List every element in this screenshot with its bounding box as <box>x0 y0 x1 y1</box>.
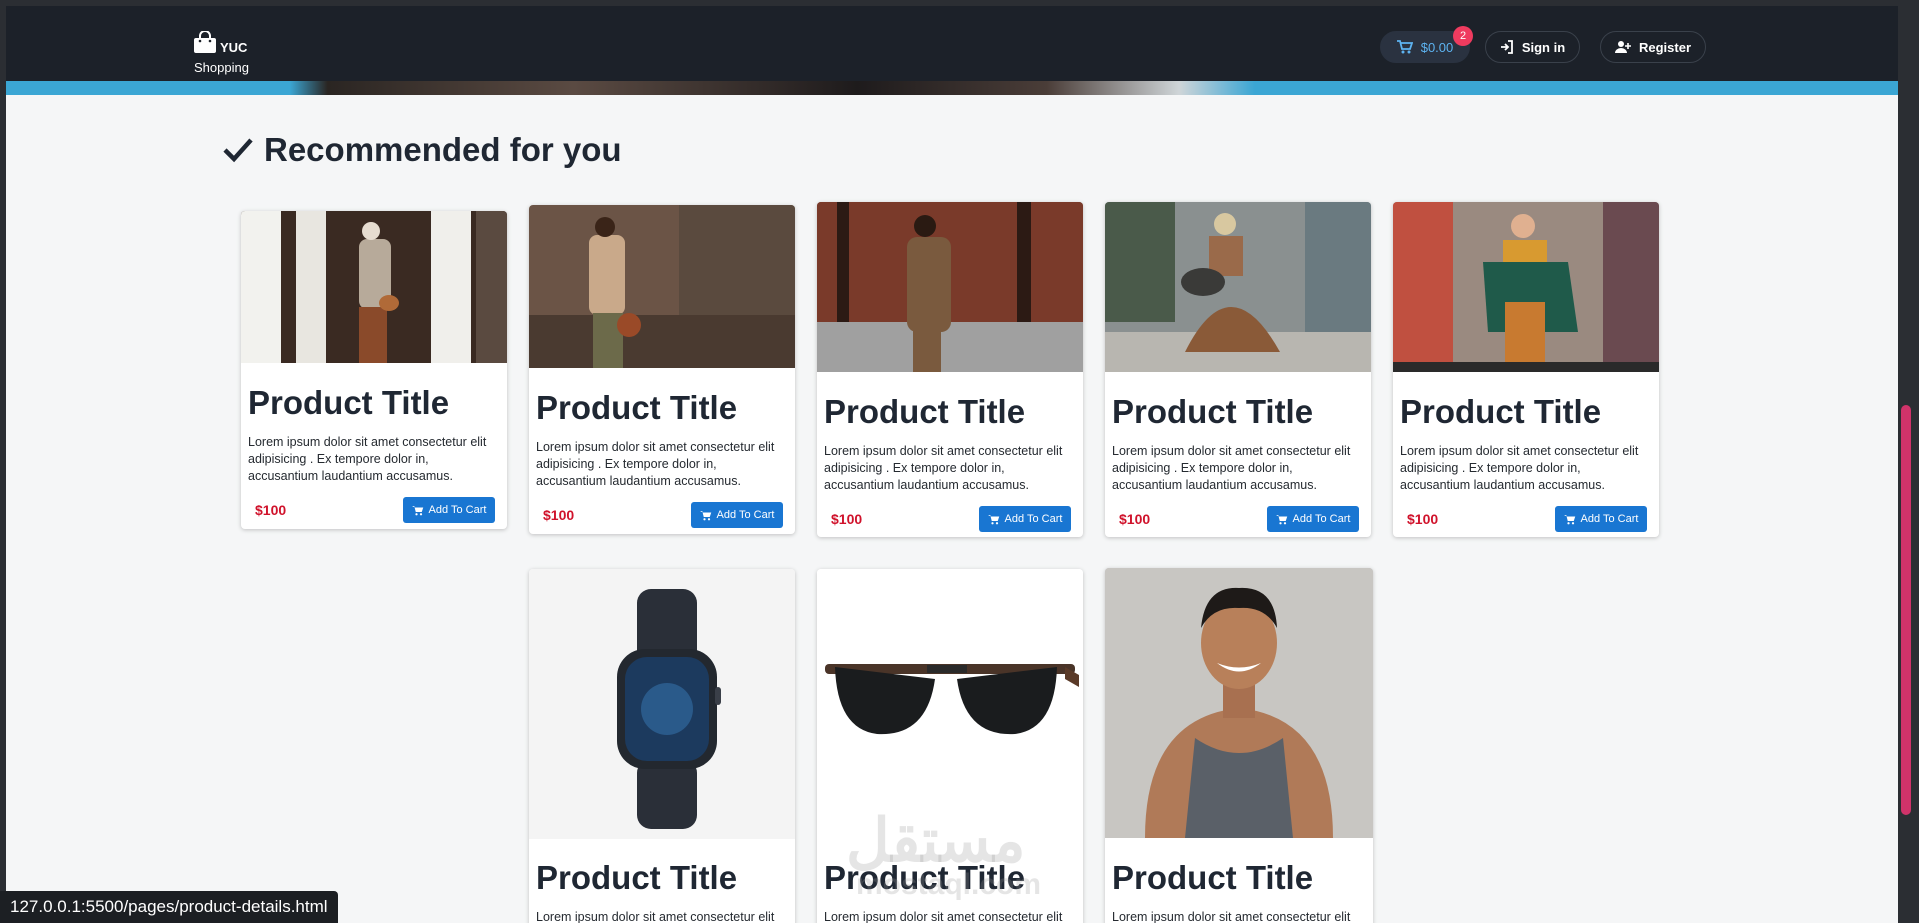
shopping-bag-icon <box>194 31 216 53</box>
brand-name: YUC <box>220 40 248 55</box>
signin-label: Sign in <box>1521 39 1566 55</box>
add-to-cart-label: Add To Cart <box>716 509 775 521</box>
add-to-cart-label: Add To Cart <box>428 504 487 516</box>
product-image <box>1105 202 1371 372</box>
scrollbar-thumb[interactable] <box>1901 405 1911 815</box>
product-card[interactable]: Product Title Lorem ipsum dolor sit amet… <box>817 202 1083 537</box>
navbar: YUC Shopping $0.00 2 Sign in Register <box>6 6 1898 81</box>
status-bar-url: 127.0.0.1:5500/pages/product-details.htm… <box>0 891 338 923</box>
add-to-cart-button[interactable]: Add To Cart <box>403 497 495 523</box>
cart-icon <box>1396 40 1413 54</box>
add-to-cart-button[interactable]: Add To Cart <box>1555 506 1647 532</box>
product-image <box>817 569 1083 839</box>
product-price: $100 <box>255 502 287 518</box>
product-card[interactable]: Product Title Lorem ipsum dolor sit amet… <box>241 211 507 529</box>
watermark-latin: mostaql.com <box>856 868 1042 901</box>
signin-button[interactable]: Sign in <box>1485 31 1580 63</box>
product-title[interactable]: Product Title <box>1112 393 1313 431</box>
product-card[interactable]: Product Title Lorem ipsum dolor sit amet… <box>529 569 795 923</box>
product-description: Lorem ipsum dolor sit amet consectetur e… <box>824 444 1063 492</box>
cart-total: $0.00 <box>1420 39 1454 55</box>
product-description: Lorem ipsum dolor sit amet consectetur e… <box>536 910 775 923</box>
cart-icon <box>699 510 711 520</box>
watermark-arabic: مستقل <box>846 807 1026 874</box>
product-image <box>529 205 795 368</box>
product-card[interactable]: Product Title Lorem ipsum dolor sit amet… <box>1105 568 1373 923</box>
product-price: $100 <box>543 507 575 523</box>
hero-banner-edge <box>6 81 1898 95</box>
register-button[interactable]: Register <box>1600 31 1706 63</box>
product-price: $100 <box>831 511 863 527</box>
cart-icon <box>987 514 999 524</box>
product-description: Lorem ipsum dolor sit amet consectetur e… <box>1112 910 1351 923</box>
add-to-cart-button[interactable]: Add To Cart <box>1267 506 1359 532</box>
sign-in-icon <box>1500 40 1513 54</box>
add-user-icon <box>1614 41 1631 53</box>
product-card[interactable]: Product Title Lorem ipsum dolor sit amet… <box>1393 202 1659 537</box>
product-image <box>1105 568 1373 838</box>
add-to-cart-label: Add To Cart <box>1004 513 1063 525</box>
product-card[interactable]: Product Title Lorem ipsum dolor sit amet… <box>1105 202 1371 537</box>
product-title[interactable]: Product Title <box>536 389 737 427</box>
product-description: Lorem ipsum dolor sit amet consectetur e… <box>1112 444 1351 492</box>
product-title[interactable]: Product Title <box>1112 859 1313 897</box>
section-title: Recommended for you <box>264 131 622 168</box>
product-title[interactable]: Product Title <box>824 393 1025 431</box>
product-card[interactable]: Product Title Lorem ipsum dolor sit amet… <box>529 205 795 534</box>
cart-icon <box>1275 514 1287 524</box>
product-description: Lorem ipsum dolor sit amet consectetur e… <box>536 440 775 488</box>
cart-icon <box>1563 514 1575 524</box>
product-image <box>1393 202 1659 372</box>
product-price: $100 <box>1407 511 1439 527</box>
add-to-cart-button[interactable]: Add To Cart <box>691 502 783 528</box>
product-title[interactable]: Product Title <box>536 859 737 897</box>
register-label: Register <box>1638 39 1692 55</box>
product-title[interactable]: Product Title <box>1400 393 1601 431</box>
add-to-cart-label: Add To Cart <box>1292 513 1351 525</box>
product-description: Lorem ipsum dolor sit amet consectetur e… <box>824 910 1063 923</box>
browser-viewport: YUC Shopping $0.00 2 Sign in Register Re… <box>6 6 1898 923</box>
product-image <box>529 569 795 839</box>
product-price: $100 <box>1119 511 1151 527</box>
product-description: Lorem ipsum dolor sit amet consectetur e… <box>248 435 487 483</box>
product-image <box>817 202 1083 372</box>
product-title[interactable]: Product Title <box>248 384 449 422</box>
section-heading: Recommended for you <box>222 131 622 169</box>
cart-count-badge: 2 <box>1453 26 1473 46</box>
cart-button[interactable]: $0.00 2 <box>1380 26 1473 63</box>
check-icon <box>223 138 253 163</box>
brand-subtitle: Shopping <box>194 60 249 75</box>
cart-icon <box>411 505 423 515</box>
add-to-cart-label: Add To Cart <box>1580 513 1639 525</box>
product-image <box>241 211 507 363</box>
product-description: Lorem ipsum dolor sit amet consectetur e… <box>1400 444 1639 492</box>
add-to-cart-button[interactable]: Add To Cart <box>979 506 1071 532</box>
